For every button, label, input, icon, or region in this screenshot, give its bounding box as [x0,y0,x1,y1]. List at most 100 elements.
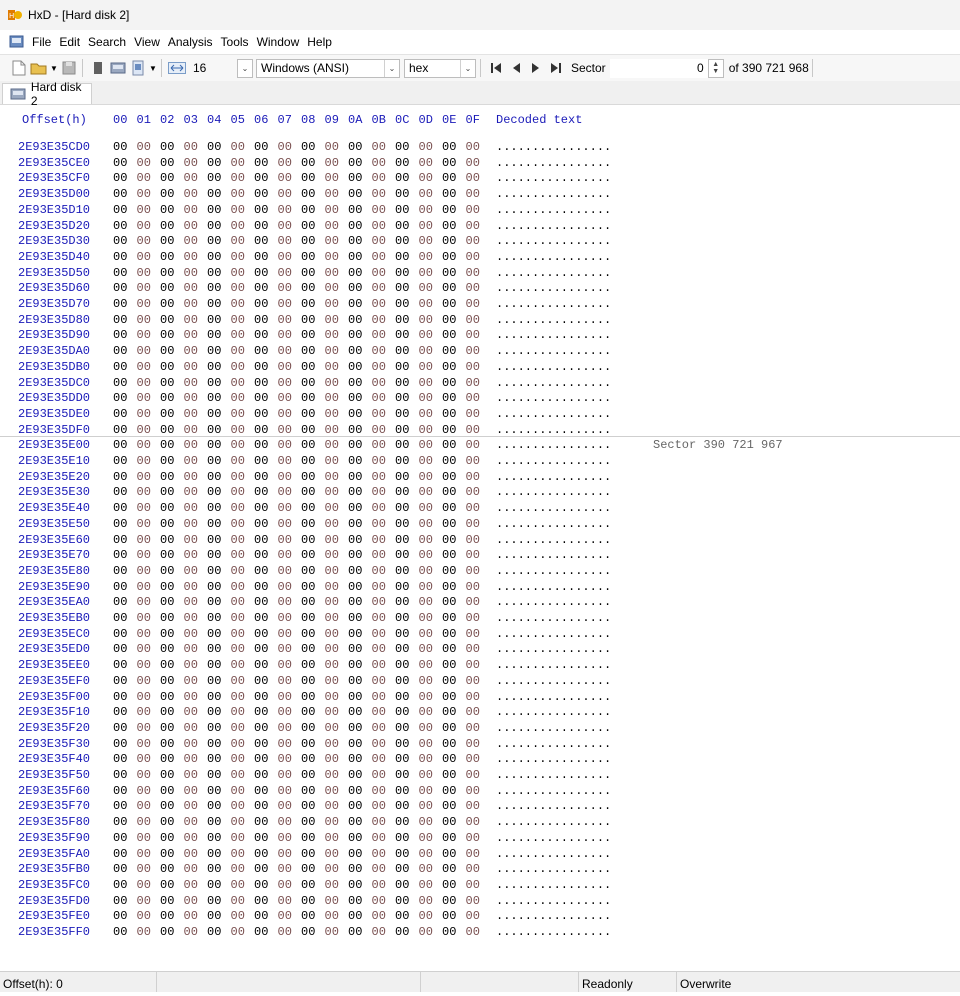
hex-byte[interactable]: 00 [442,250,462,264]
hex-byte[interactable]: 00 [372,140,392,154]
status-readonly[interactable]: Readonly [579,972,677,992]
decoded-text[interactable]: ................ [496,140,611,154]
hex-byte[interactable]: 00 [207,454,227,468]
hex-byte[interactable]: 00 [325,862,345,876]
hex-byte[interactable]: 00 [301,328,321,342]
hex-byte[interactable]: 00 [278,470,298,484]
hex-byte[interactable]: 00 [207,909,227,923]
hex-byte[interactable]: 00 [325,799,345,813]
hex-byte[interactable]: 00 [207,674,227,688]
hex-byte[interactable]: 00 [231,705,251,719]
hex-row[interactable]: 2E93E35D70 00 00 00 00 00 00 00 00 00 00 00 00 00 00 00… [0,297,960,313]
hex-byte[interactable]: 00 [325,815,345,829]
hex-byte[interactable]: 00 [466,768,486,782]
hex-byte[interactable]: 00 [113,407,133,421]
hex-row[interactable]: 2E93E35DC0 00 00 00 00 00 00 00 00 00 00 00 00 00 00 00… [0,376,960,392]
menu-analysis[interactable]: Analysis [164,32,217,52]
decoded-text[interactable]: ................ [496,705,611,719]
hex-byte[interactable]: 00 [278,156,298,170]
hex-row[interactable]: 2E93E35F50 00 00 00 00 00 00 00 00 00 00 00 00 00 00 00… [0,768,960,784]
hex-byte[interactable]: 00 [231,140,251,154]
hex-byte[interactable]: 00 [419,737,439,751]
hex-byte[interactable]: 00 [372,250,392,264]
hex-byte[interactable]: 00 [160,219,180,233]
hex-byte[interactable]: 00 [278,690,298,704]
hex-byte[interactable]: 00 [278,203,298,217]
hex-row[interactable]: 2E93E35E70 00 00 00 00 00 00 00 00 00 00 00 00 00 00 00… [0,548,960,564]
hex-byte[interactable]: 00 [348,768,368,782]
hex-byte[interactable]: 00 [184,156,204,170]
hex-byte[interactable]: 00 [301,234,321,248]
hex-byte[interactable]: 00 [231,548,251,562]
hex-byte[interactable]: 00 [207,752,227,766]
hex-byte[interactable]: 00 [325,423,345,437]
hex-byte[interactable]: 00 [419,140,439,154]
hex-byte[interactable]: 00 [395,548,415,562]
hex-row[interactable]: 2E93E35FD0 00 00 00 00 00 00 00 00 00 00 00 00 00 00 00… [0,894,960,910]
hex-byte[interactable]: 00 [113,894,133,908]
hex-byte[interactable]: 00 [372,297,392,311]
hex-byte[interactable]: 00 [301,470,321,484]
hex-byte[interactable]: 00 [348,501,368,515]
hex-byte[interactable]: 00 [160,690,180,704]
hex-byte[interactable]: 00 [325,658,345,672]
hex-byte[interactable]: 00 [278,894,298,908]
hex-row[interactable]: 2E93E35FF0 00 00 00 00 00 00 00 00 00 00 00 00 00 00 00… [0,925,960,941]
hex-byte[interactable]: 00 [466,658,486,672]
hex-row[interactable]: 2E93E35D00 00 00 00 00 00 00 00 00 00 00 00 00 00 00 00… [0,187,960,203]
hex-byte[interactable]: 00 [372,501,392,515]
hex-byte[interactable]: 00 [325,266,345,280]
hex-byte[interactable]: 00 [395,156,415,170]
hex-byte[interactable]: 00 [466,847,486,861]
hex-byte[interactable]: 00 [160,878,180,892]
hex-byte[interactable]: 00 [231,799,251,813]
hex-byte[interactable]: 00 [113,454,133,468]
decoded-text[interactable]: ................ [496,250,611,264]
hex-byte[interactable]: 00 [254,438,274,452]
hex-row[interactable]: 2E93E35EF0 00 00 00 00 00 00 00 00 00 00 00 00 00 00 00… [0,674,960,690]
hex-byte[interactable]: 00 [325,140,345,154]
hex-byte[interactable]: 00 [395,674,415,688]
hex-byte[interactable]: 00 [395,878,415,892]
hex-byte[interactable]: 00 [254,313,274,327]
previous-sector-icon[interactable] [507,59,525,77]
hex-byte[interactable]: 00 [160,799,180,813]
hex-byte[interactable]: 00 [301,250,321,264]
hex-byte[interactable]: 00 [301,156,321,170]
hex-byte[interactable]: 00 [442,234,462,248]
decoded-text[interactable]: ................ [496,360,611,374]
hex-byte[interactable]: 00 [442,799,462,813]
hex-byte[interactable]: 00 [231,847,251,861]
hex-byte[interactable]: 00 [231,564,251,578]
hex-byte[interactable]: 00 [301,642,321,656]
hex-byte[interactable]: 00 [301,313,321,327]
hex-byte[interactable]: 00 [442,203,462,217]
decoded-text[interactable]: ................ [496,485,611,499]
hex-byte[interactable]: 00 [395,752,415,766]
hex-byte[interactable]: 00 [184,894,204,908]
hex-byte[interactable]: 00 [160,737,180,751]
hex-byte[interactable]: 00 [207,533,227,547]
hex-byte[interactable]: 00 [254,281,274,295]
hex-byte[interactable]: 00 [137,219,157,233]
hex-row[interactable]: 2E93E35F10 00 00 00 00 00 00 00 00 00 00 00 00 00 00 00… [0,705,960,721]
hex-byte[interactable]: 00 [137,266,157,280]
hex-byte[interactable]: 00 [442,690,462,704]
hex-byte[interactable]: 00 [325,219,345,233]
hex-byte[interactable]: 00 [113,799,133,813]
decoded-text[interactable]: ................ [496,470,611,484]
hex-byte[interactable]: 00 [184,533,204,547]
hex-byte[interactable]: 00 [278,171,298,185]
hex-byte[interactable]: 00 [160,768,180,782]
hex-byte[interactable]: 00 [466,203,486,217]
hex-byte[interactable]: 00 [419,533,439,547]
decoded-text[interactable]: ................ [496,580,611,594]
hex-byte[interactable]: 00 [325,737,345,751]
hex-byte[interactable]: 00 [231,642,251,656]
hex-byte[interactable]: 00 [466,784,486,798]
hex-byte[interactable]: 00 [231,784,251,798]
hex-byte[interactable]: 00 [207,517,227,531]
hex-byte[interactable]: 00 [301,894,321,908]
hex-byte[interactable]: 00 [254,297,274,311]
hex-byte[interactable]: 00 [254,768,274,782]
